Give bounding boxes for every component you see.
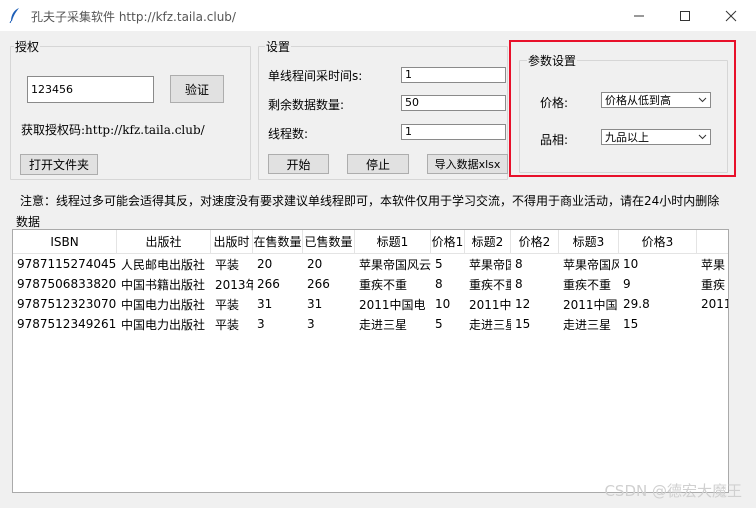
remaining-input[interactable]: 50 bbox=[401, 95, 506, 111]
table-cell: 20 bbox=[257, 257, 273, 271]
column-header[interactable]: 标题3 bbox=[559, 230, 619, 254]
table-cell: 9787512349261 bbox=[17, 317, 117, 331]
column-header[interactable] bbox=[697, 230, 728, 254]
table-cell: 9 bbox=[623, 277, 631, 291]
table-cell: 15 bbox=[623, 317, 639, 331]
get-code-text: 获取授权码:http://kfz.taila.club/ bbox=[21, 123, 205, 137]
table-cell: 12 bbox=[515, 297, 531, 311]
maximize-icon[interactable] bbox=[663, 0, 707, 31]
table-cell: 2013年 bbox=[215, 277, 253, 292]
table-cell: 10 bbox=[435, 297, 451, 311]
auth-code-input[interactable]: 123456 bbox=[27, 76, 154, 103]
column-header[interactable]: 标题1 bbox=[355, 230, 431, 254]
table-cell: 重疾 bbox=[701, 277, 726, 292]
interval-input[interactable]: 1 bbox=[401, 67, 506, 83]
threads-label: 线程数: bbox=[268, 127, 309, 141]
table-cell: 9787115274045 bbox=[17, 257, 117, 271]
table-cell: 9787506833820 bbox=[17, 277, 117, 291]
column-header[interactable]: 已售数量 bbox=[303, 230, 355, 254]
table-cell: 5 bbox=[435, 317, 443, 331]
table-cell: 9787512323070 bbox=[17, 297, 117, 311]
table-row[interactable]: 9787512349261 中国电力出版社 平装 3 3 走进三星 5 走进三星… bbox=[13, 314, 728, 334]
table-cell: 走进三星 bbox=[563, 317, 612, 332]
table-cell: 5 bbox=[435, 257, 443, 271]
remaining-label: 剩余数据数量: bbox=[268, 98, 345, 112]
data-section-label: 数据 bbox=[16, 215, 41, 229]
watermark-text: CSDN @德宏大魔王 bbox=[604, 482, 742, 500]
table-cell: 重疾不重 bbox=[563, 277, 612, 292]
column-header[interactable]: 价格3 bbox=[619, 230, 697, 254]
column-header[interactable]: 价格1 bbox=[431, 230, 465, 254]
table-cell: 8 bbox=[515, 277, 523, 291]
column-header[interactable]: 出版社 bbox=[117, 230, 211, 254]
table-cell: 3 bbox=[257, 317, 265, 331]
table-cell: 走进三星 bbox=[469, 317, 511, 332]
table-cell: 31 bbox=[307, 297, 323, 311]
minimize-icon[interactable] bbox=[617, 0, 661, 31]
verify-button[interactable]: 验证 bbox=[170, 75, 224, 103]
table-cell: 平装 bbox=[215, 317, 240, 332]
table-cell: 2011中 bbox=[469, 297, 511, 312]
table-cell: 苹果帝国风 bbox=[563, 257, 619, 272]
table-cell: 31 bbox=[257, 297, 273, 311]
feather-icon bbox=[9, 8, 19, 23]
table-cell: 2011中国电 bbox=[359, 297, 426, 312]
column-header[interactable]: 在售数量 bbox=[253, 230, 303, 254]
table-cell: 20 bbox=[307, 257, 323, 271]
table-cell: 2011 bbox=[701, 297, 729, 311]
window-title: 孔夫子采集软件 http://kfz.taila.club/ bbox=[31, 10, 236, 24]
settings-group-title: 设置 bbox=[265, 38, 292, 55]
table-cell: 2011中国 bbox=[563, 297, 618, 312]
table-cell: 8 bbox=[435, 277, 443, 291]
table-cell: 苹果 bbox=[701, 257, 726, 272]
import-xlsx-button[interactable]: 导入数据xlsx bbox=[427, 154, 508, 174]
threads-input[interactable]: 1 bbox=[401, 124, 506, 140]
table-cell: 人民邮电出版社 bbox=[121, 257, 206, 272]
open-folder-button[interactable]: 打开文件夹 bbox=[20, 154, 98, 175]
highlight-rectangle bbox=[509, 40, 736, 177]
table-cell: 10 bbox=[623, 257, 639, 271]
table-cell: 中国电力出版社 bbox=[121, 317, 206, 332]
table-cell: 中国书籍出版社 bbox=[121, 277, 206, 292]
column-header[interactable]: 标题2 bbox=[465, 230, 511, 254]
table-cell: 走进三星 bbox=[359, 317, 408, 332]
table-cell: 3 bbox=[307, 317, 315, 331]
stop-button[interactable]: 停止 bbox=[347, 154, 409, 174]
table-cell: 15 bbox=[515, 317, 531, 331]
table-cell: 8 bbox=[515, 257, 523, 271]
auth-group-title: 授权 bbox=[14, 38, 41, 55]
column-header[interactable]: 出版时 bbox=[211, 230, 253, 254]
notice-text: 注意：线程过多可能会适得其反，对速度没有要求建议单线程即可，本软件仅用于学习交流… bbox=[20, 194, 720, 208]
interval-label: 单线程间采时间s: bbox=[268, 69, 363, 83]
table-row[interactable]: 9787512323070 中国电力出版社 平装 31 31 2011中国电 1… bbox=[13, 294, 729, 314]
close-icon[interactable] bbox=[709, 0, 753, 31]
table-cell: 苹果帝国 bbox=[469, 257, 511, 272]
table-header: ISBN 出版社 出版时 在售数量 已售数量 标题1 价格1 标题2 价格2 标… bbox=[13, 230, 728, 254]
start-button[interactable]: 开始 bbox=[268, 154, 329, 174]
table-cell: 重疾不重 bbox=[359, 277, 408, 292]
table-cell: 苹果帝国风云 bbox=[359, 257, 431, 272]
table-cell: 平装 bbox=[215, 257, 240, 272]
table-cell: 重疾不重 bbox=[469, 277, 511, 292]
table-body: 9787115274045 人民邮电出版社 平装 20 20 苹果帝国风云 5 … bbox=[13, 254, 729, 334]
column-header[interactable]: 价格2 bbox=[511, 230, 559, 254]
table-cell: 266 bbox=[257, 277, 280, 291]
table-cell: 266 bbox=[307, 277, 330, 291]
table-row[interactable]: 9787115274045 人民邮电出版社 平装 20 20 苹果帝国风云 5 … bbox=[13, 254, 728, 274]
column-header[interactable]: ISBN bbox=[13, 230, 117, 254]
table-cell: 29.8 bbox=[623, 297, 650, 311]
table-cell: 中国电力出版社 bbox=[121, 297, 206, 312]
data-table[interactable]: ISBN 出版社 出版时 在售数量 已售数量 标题1 价格1 标题2 价格2 标… bbox=[12, 229, 729, 493]
table-cell: 平装 bbox=[215, 297, 240, 312]
table-row[interactable]: 9787506833820 中国书籍出版社 2013年 266 266 重疾不重… bbox=[13, 274, 728, 294]
